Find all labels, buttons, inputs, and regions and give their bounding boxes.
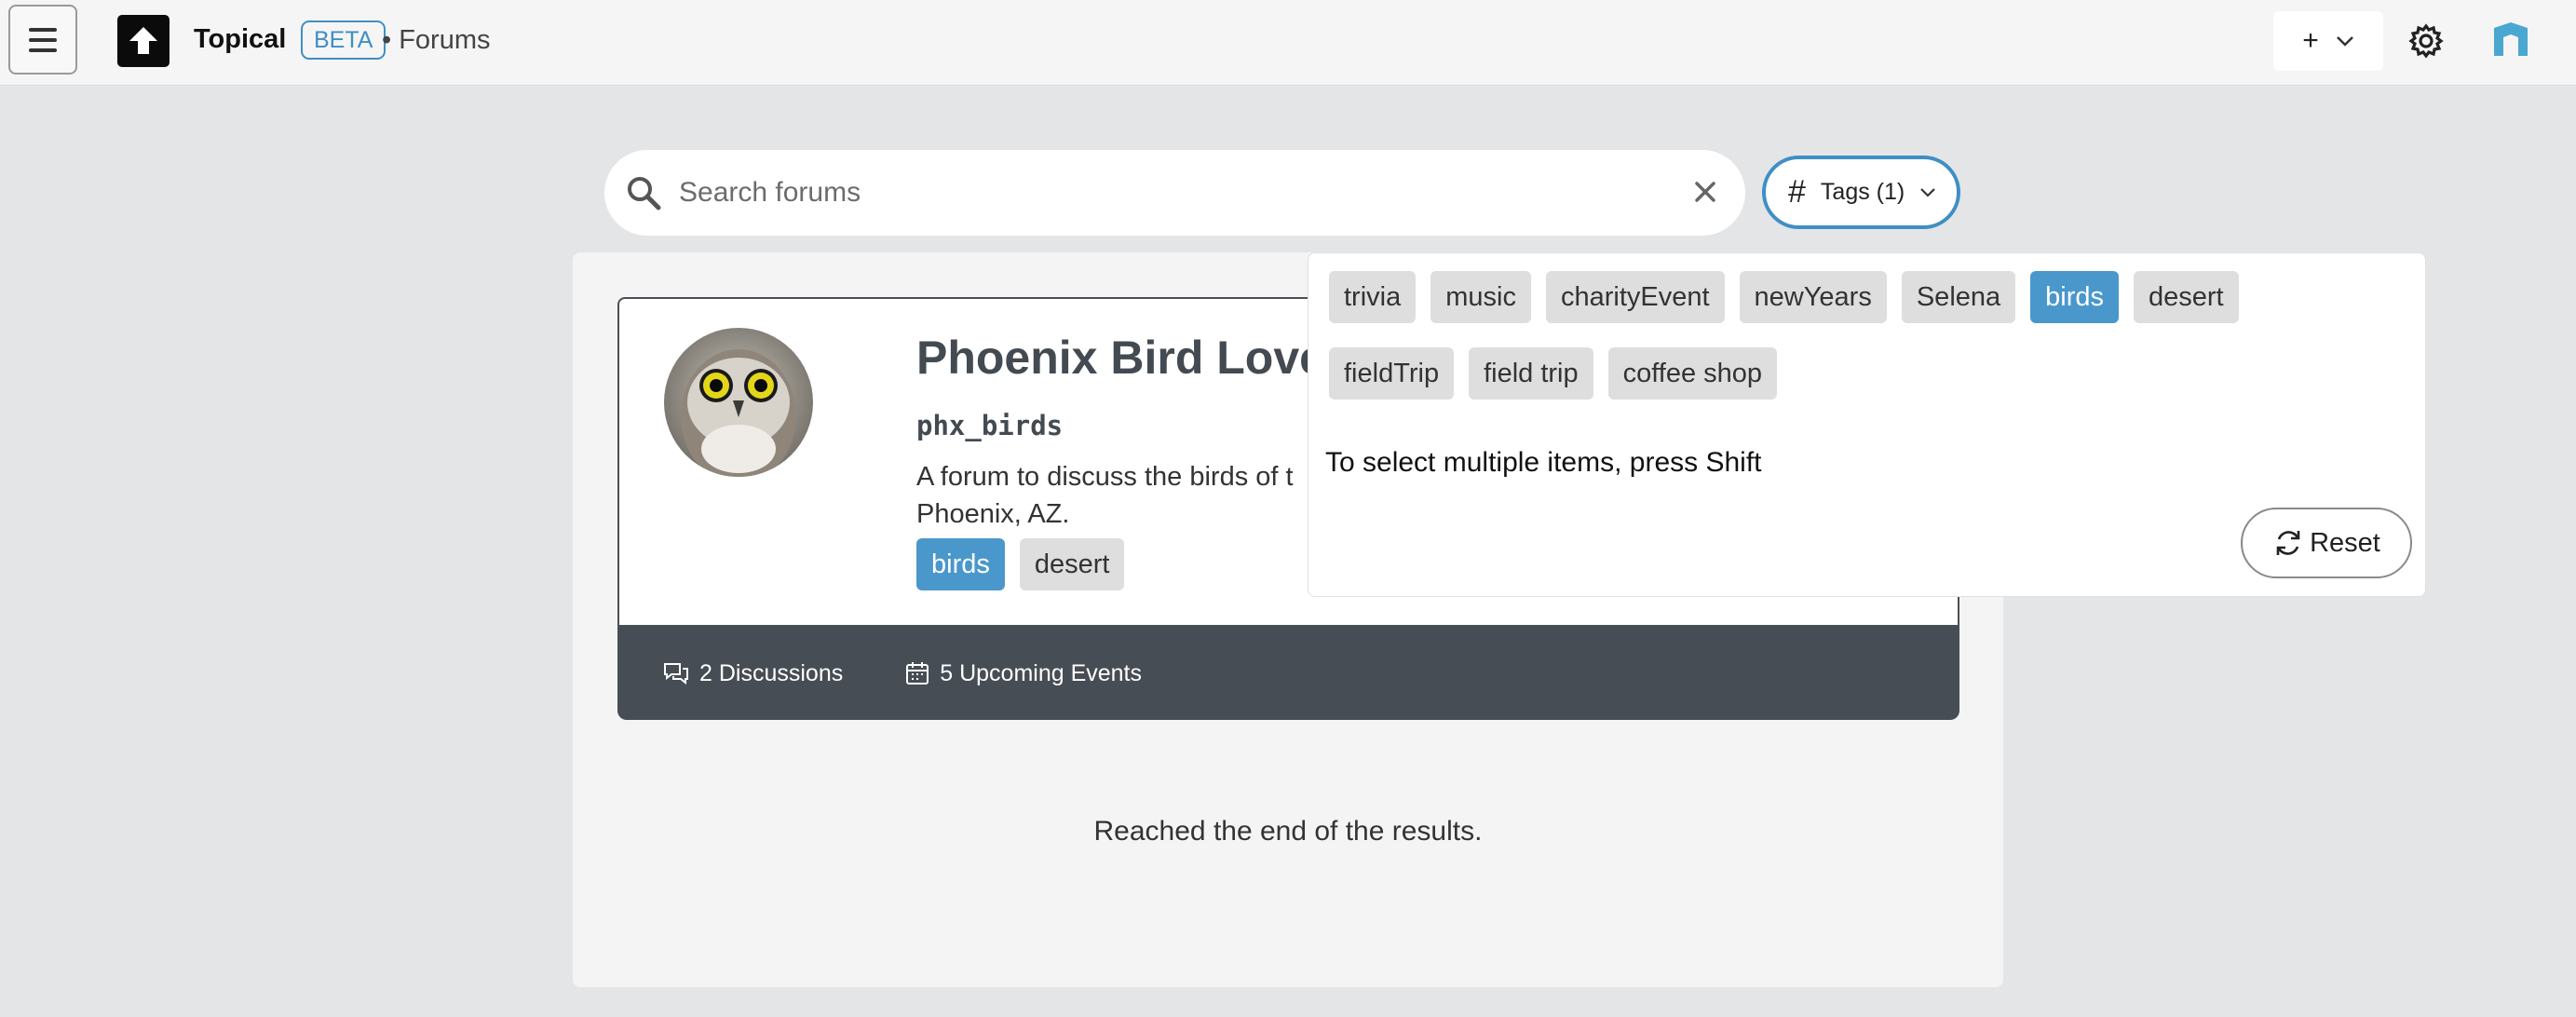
tags-button-label: Tags (1) (1820, 179, 1905, 205)
tag-option[interactable]: field trip (1469, 347, 1593, 400)
tags-filter-button[interactable]: # Tags (1) (1762, 156, 1960, 229)
forum-avatar (664, 328, 813, 477)
beta-badge: BETA (301, 20, 386, 60)
forum-description-line: Phoenix, AZ. (916, 499, 1070, 529)
owl-image (664, 328, 813, 477)
tag-option[interactable]: Selena (1901, 271, 2016, 323)
tag-option[interactable]: coffee shop (1607, 347, 1778, 400)
chevron-down-icon (1920, 188, 1936, 197)
refresh-icon (2276, 531, 2300, 555)
events-count[interactable]: 5 Upcoming Events (904, 660, 1142, 687)
menu-button[interactable] (8, 5, 77, 75)
multi-select-hint: To select multiple items, press Shift (1325, 447, 1762, 478)
chevron-down-icon (2336, 36, 2353, 47)
forum-title[interactable]: Phoenix Bird Love (916, 331, 1325, 385)
forum-tag[interactable]: desert (1019, 538, 1125, 590)
brand-name[interactable]: Topical (194, 24, 286, 55)
topical-logo[interactable] (117, 15, 169, 67)
add-label: + (2302, 25, 2319, 56)
calendar-icon (906, 662, 929, 685)
forum-handle: phx_birds (916, 410, 1064, 441)
tag-option[interactable]: trivia (1329, 271, 1417, 323)
reset-label: Reset (2310, 527, 2380, 558)
search-bar (604, 150, 1745, 236)
forum-description-line: A forum to discuss the birds of t (916, 462, 1294, 492)
hamburger-icon (29, 27, 57, 52)
reset-button[interactable]: Reset (2241, 508, 2412, 578)
tag-options-row: fieldTrip field trip coffee shop (1329, 347, 1778, 400)
forum-tag[interactable]: birds (916, 538, 1005, 590)
tag-option[interactable]: charityEvent (1545, 271, 1725, 323)
chat-bubbles-icon (664, 663, 688, 685)
search-input[interactable] (679, 167, 1610, 219)
end-of-results: Reached the end of the results. (1093, 816, 1483, 847)
gear-icon[interactable] (2407, 22, 2445, 60)
close-icon[interactable] (1689, 176, 1721, 208)
search-icon (628, 177, 661, 210)
breadcrumb: • Forums (382, 25, 491, 55)
events-label: 5 Upcoming Events (940, 659, 1143, 686)
add-button[interactable]: + (2273, 11, 2383, 71)
forum-card-footer: 2 Discussions 5 Upcoming Events (617, 627, 1959, 720)
forum-tags: birds desert (916, 538, 1125, 590)
tag-option[interactable]: newYears (1739, 271, 1887, 323)
tag-option[interactable]: music (1430, 271, 1531, 323)
discussions-label: 2 Discussions (699, 659, 844, 686)
tag-options-row: trivia music charityEvent newYears Selen… (1329, 271, 2239, 323)
tags-dropdown: trivia music charityEvent newYears Selen… (1308, 252, 2426, 597)
hash-icon: # (1788, 174, 1806, 210)
forum-description: A forum to discuss the birds of t Phoeni… (916, 458, 1308, 533)
tag-option[interactable]: fieldTrip (1329, 347, 1455, 400)
tag-option[interactable]: desert (2134, 271, 2239, 323)
tag-option-selected[interactable]: birds (2030, 271, 2120, 323)
discussions-count[interactable]: 2 Discussions (662, 660, 843, 687)
user-avatar[interactable] (2490, 19, 2531, 60)
up-arrow-icon (129, 27, 157, 54)
top-bar: Topical BETA • Forums + (0, 0, 2576, 86)
